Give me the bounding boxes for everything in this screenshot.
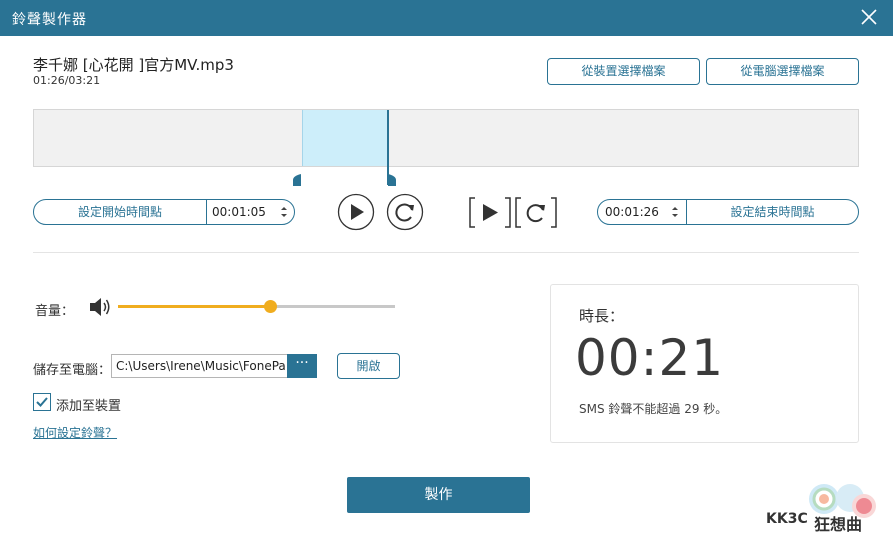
select-from-pc-button[interactable]: 從電腦選擇檔案 [706, 58, 859, 85]
duration-label: 時長： [579, 307, 625, 325]
watermark-text: KK3C [766, 511, 808, 527]
watermark-text-2: 狂想曲 [814, 515, 863, 534]
start-handle-icon[interactable] [292, 168, 302, 188]
make-button[interactable]: 製作 [347, 477, 530, 513]
title-bar: 鈴聲製作器 [0, 0, 893, 36]
save-path-field[interactable]: C:\Users\Irene\Music\FonePa [111, 354, 287, 378]
end-time-spinner-icon[interactable] [670, 204, 680, 220]
open-folder-button[interactable]: 開啟 [337, 353, 400, 379]
selection-region[interactable] [301, 110, 387, 166]
end-handle-icon[interactable] [387, 168, 397, 188]
audio-timeline[interactable] [33, 109, 859, 185]
duration-card: 時長： 00:21 SMS 鈴聲不能超過 29 秒。 [550, 284, 859, 443]
end-time-field[interactable]: 00:01:26 [605, 200, 659, 224]
start-time-spinner-icon[interactable] [279, 204, 289, 220]
section-divider [33, 252, 859, 253]
set-end-button[interactable]: 設定結束時間點 [687, 200, 858, 224]
selection-start-line [301, 110, 303, 166]
play-selection-button[interactable] [469, 197, 511, 228]
speaker-icon[interactable] [88, 296, 112, 318]
duration-note: SMS 鈴聲不能超過 29 秒。 [579, 402, 728, 416]
close-icon[interactable] [859, 7, 879, 27]
help-link[interactable]: 如何設定鈴聲？ [33, 424, 117, 441]
watermark-logo: KK3C 狂想曲 [766, 481, 890, 539]
end-time-control: 00:01:26 設定結束時間點 [597, 199, 859, 225]
add-to-device-label: 添加至裝置 [56, 399, 122, 414]
set-start-button[interactable]: 設定開始時間點 [34, 200, 206, 224]
browse-button[interactable]: ··· [287, 354, 317, 378]
volume-slider[interactable] [118, 300, 395, 313]
volume-label: 音量： [35, 304, 75, 319]
save-to-pc-label: 儲存至電腦： [33, 363, 112, 378]
replay-button[interactable] [386, 193, 424, 231]
duration-value: 00:21 [575, 329, 725, 387]
checkmark-icon [36, 397, 48, 407]
start-time-control: 設定開始時間點 00:01:05 [33, 199, 295, 225]
window-title: 鈴聲製作器 [12, 12, 87, 28]
file-name: 李千娜 [心花開 ]官方MV.mp3 [33, 56, 234, 74]
select-from-device-button[interactable]: 從裝置選擇檔案 [547, 58, 700, 85]
start-time-field[interactable]: 00:01:05 [212, 200, 266, 224]
add-to-device-checkbox[interactable] [33, 393, 51, 411]
divider [206, 200, 207, 224]
volume-knob[interactable] [264, 300, 278, 313]
file-time: 01:26/03:21 [33, 74, 101, 87]
replay-selection-button[interactable] [515, 197, 557, 228]
play-button[interactable] [337, 193, 375, 231]
volume-fill [118, 305, 271, 308]
